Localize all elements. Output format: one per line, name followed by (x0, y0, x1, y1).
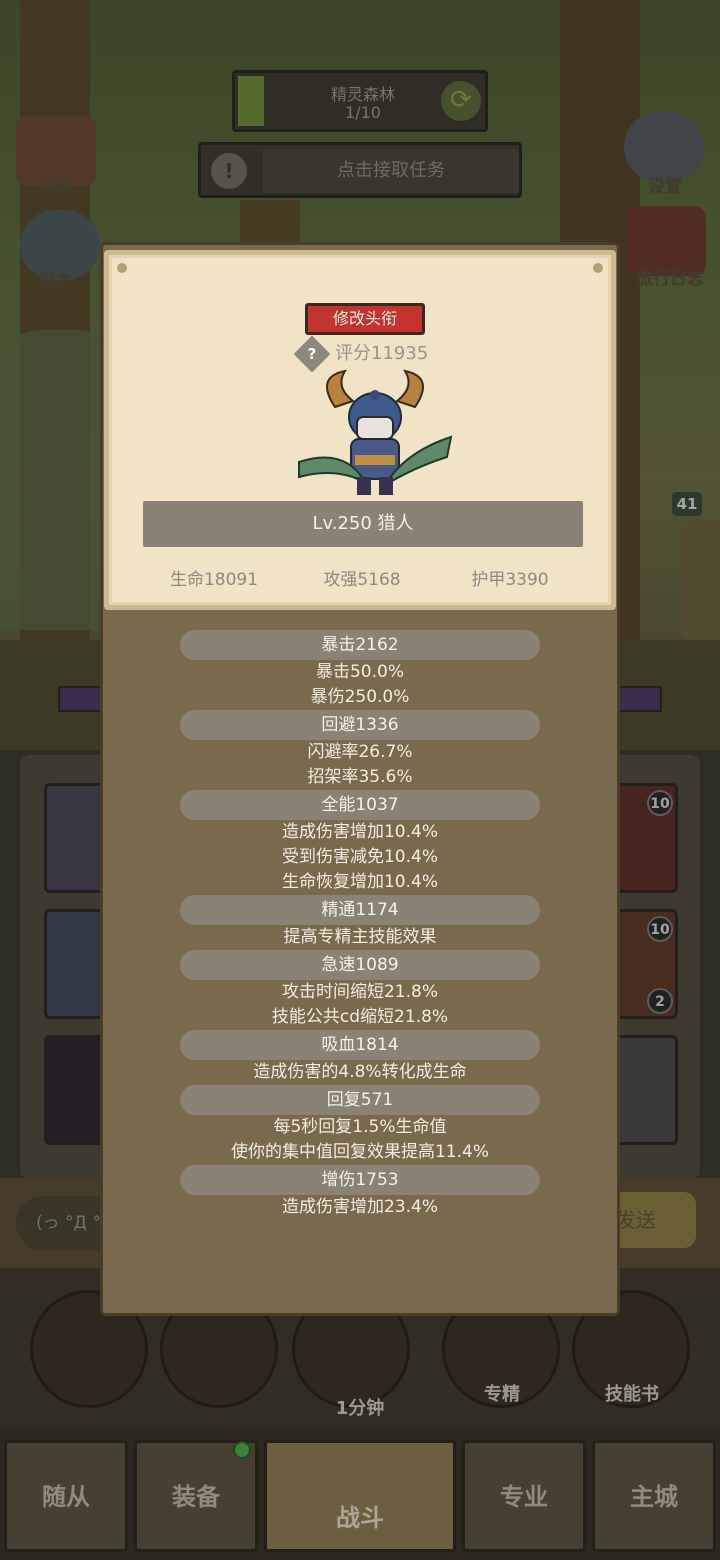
change-title-button[interactable]: 修改头衔 (305, 303, 425, 335)
stat-head: 全能1037 (180, 790, 540, 820)
stat-group-avoidance: 回避1336 闪避率26.7% 招架率35.6% (100, 710, 620, 790)
stat-line: 使你的集中值回复效果提高11.4% (230, 1142, 489, 1162)
character-card: 修改头衔 ? 评分11935 Lv.250 猎人 生命18091 攻强5168 … (104, 250, 616, 610)
stat-line: 攻击时间缩短21.8% (281, 982, 438, 1002)
stat-group-haste: 急速1089 攻击时间缩短21.8% 技能公共cd缩短21.8% (100, 950, 620, 1030)
stat-line: 造成伤害的4.8%转化成生命 (253, 1062, 467, 1082)
stat-head: 增伤1753 (180, 1165, 540, 1195)
stat-head: 吸血1814 (180, 1030, 540, 1060)
stat-head: 回复571 (180, 1085, 540, 1115)
card-corner (593, 263, 603, 273)
stat-group-versatility: 全能1037 造成伤害增加10.4% 受到伤害减免10.4% 生命恢复增加10.… (100, 790, 620, 895)
stat-line: 造成伤害增加10.4% (281, 822, 438, 842)
stat-head: 精通1174 (180, 895, 540, 925)
stat-head: 暴击2162 (180, 630, 540, 660)
stat-group-crit: 暴击2162 暴击50.0% 暴伤250.0% (100, 630, 620, 710)
stat-group-damage-bonus: 增伤1753 造成伤害增加23.4% (100, 1165, 620, 1220)
help-icon-glyph: ? (307, 345, 317, 363)
stat-group-mastery: 精通1174 提高专精主技能效果 (100, 895, 620, 950)
stat-line: 每5秒回复1.5%生命值 (273, 1117, 447, 1137)
stat-line: 暴伤250.0% (310, 687, 410, 707)
stat-group-regen: 回复571 每5秒回复1.5%生命值 使你的集中值回复效果提高11.4% (100, 1085, 620, 1165)
stat-armor: 护甲3390 (471, 570, 549, 590)
stat-attack-power: 攻强5168 (323, 570, 401, 590)
stat-group-lifesteal: 吸血1814 造成伤害的4.8%转化成生命 (100, 1030, 620, 1085)
stat-health: 生命18091 (169, 570, 259, 590)
stat-head: 回避1336 (180, 710, 540, 740)
stat-line: 闪避率26.7% (307, 742, 413, 762)
character-stats-popup: 修改头衔 ? 评分11935 Lv.250 猎人 生命18091 攻强5168 … (100, 242, 620, 1316)
card-corner (117, 263, 127, 273)
stat-line: 受到伤害减免10.4% (281, 847, 438, 867)
hunter-avatar (298, 369, 453, 495)
stat-line: 暴击50.0% (315, 662, 404, 682)
stat-line: 招架率35.6% (307, 767, 413, 787)
stat-line: 造成伤害增加23.4% (281, 1197, 438, 1217)
stats-list: 暴击2162 暴击50.0% 暴伤250.0% 回避1336 闪避率26.7% … (100, 630, 620, 1220)
score-label: 评分11935 (335, 343, 429, 364)
stat-head: 急速1089 (180, 950, 540, 980)
stat-line: 提高专精主技能效果 (283, 927, 437, 947)
character-name-bar: Lv.250 猎人 (143, 501, 583, 547)
stat-line: 技能公共cd缩短21.8% (271, 1007, 449, 1027)
stat-line: 生命恢复增加10.4% (281, 872, 438, 892)
